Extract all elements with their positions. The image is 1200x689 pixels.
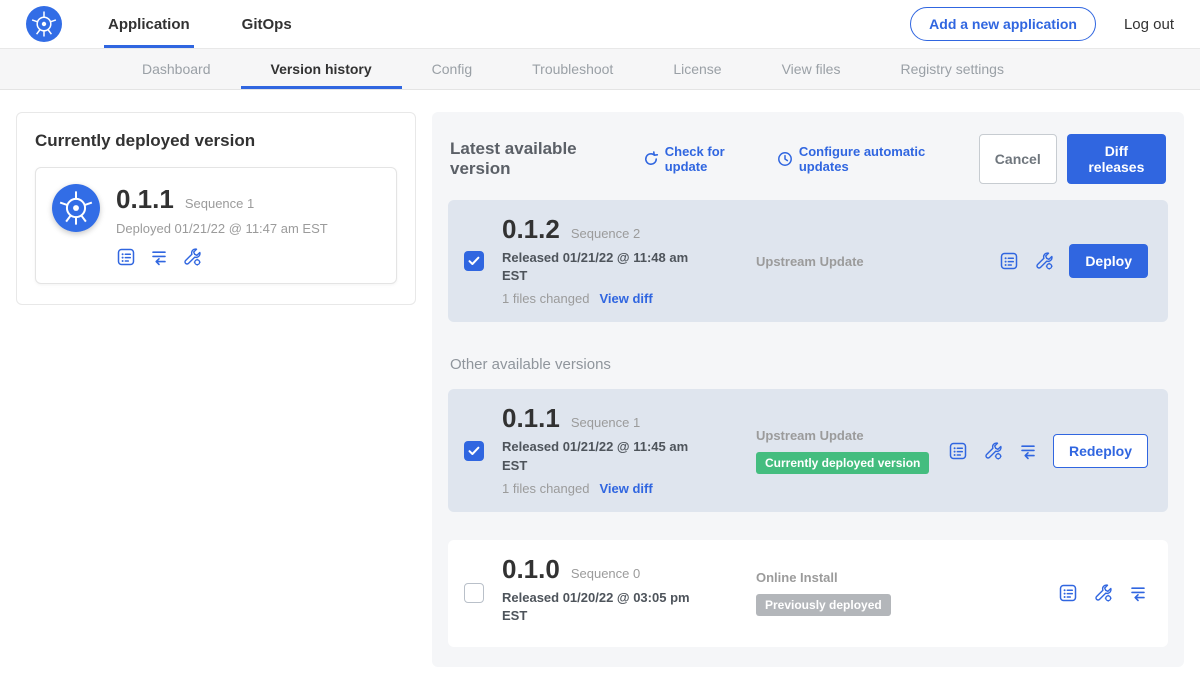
currently-deployed-card: Currently deployed version 0.1.1 Sequenc… (16, 112, 416, 305)
version-number: 0.1.2 (502, 216, 560, 242)
version-info: 0.1.2 Sequence 2 Released 01/21/22 @ 11:… (502, 216, 730, 306)
other-versions-heading: Other available versions (450, 356, 1166, 373)
logout-button[interactable]: Log out (1124, 16, 1174, 33)
deployed-card-title: Currently deployed version (35, 131, 397, 151)
release-notes-icon[interactable] (116, 247, 136, 267)
configure-auto-updates-label: Configure automatic updates (799, 144, 963, 174)
diff-releases-button[interactable]: Diff releases (1067, 134, 1166, 184)
clock-icon (777, 151, 793, 167)
tab-registry-settings[interactable]: Registry settings (870, 49, 1033, 89)
deployed-version-card: 0.1.1 Sequence 1 Deployed 01/21/22 @ 11:… (35, 167, 397, 284)
tab-version-history[interactable]: Version history (241, 49, 402, 89)
tab-config[interactable]: Config (402, 49, 502, 89)
top-nav: Application GitOps Add a new application… (0, 0, 1200, 49)
config-icon[interactable] (182, 247, 202, 267)
release-notes-icon[interactable] (948, 441, 968, 461)
app-sub-nav: Dashboard Version history Config Trouble… (0, 49, 1200, 90)
released-timestamp: Released 01/21/22 @ 11:45 am EST (502, 438, 698, 474)
latest-version-title: Latest available version (450, 139, 627, 179)
tab-application[interactable]: Application (104, 0, 194, 48)
deployed-timestamp: Deployed 01/21/22 @ 11:47 am EST (116, 221, 328, 236)
tab-license[interactable]: License (643, 49, 751, 89)
add-application-button[interactable]: Add a new application (910, 7, 1096, 41)
version-number: 0.1.1 (502, 405, 560, 431)
deployed-sequence-label: Sequence 1 (185, 196, 254, 211)
deployed-version-number: 0.1.1 (116, 186, 174, 212)
version-row: 0.1.0 Sequence 0 Released 01/20/22 @ 03:… (448, 540, 1168, 647)
files-changed-label: 1 files changed (502, 481, 589, 496)
files-changed-label: 1 files changed (502, 291, 589, 306)
version-checkbox[interactable] (464, 583, 484, 603)
version-source-col: Online Install Previously deployed (730, 570, 1058, 616)
version-sequence: Sequence 1 (571, 415, 640, 430)
previously-deployed-badge: Previously deployed (756, 594, 891, 616)
config-icon[interactable] (1034, 251, 1054, 271)
view-diff-link[interactable]: View diff (599, 291, 652, 306)
version-actions (1058, 583, 1152, 603)
version-row: 0.1.1 Sequence 1 Released 01/21/22 @ 11:… (448, 389, 1168, 511)
version-info: 0.1.0 Sequence 0 Released 01/20/22 @ 03:… (502, 556, 730, 631)
diff-icon[interactable] (1018, 441, 1038, 461)
cancel-button[interactable]: Cancel (979, 134, 1057, 184)
tab-view-files[interactable]: View files (752, 49, 871, 89)
config-icon[interactable] (983, 441, 1003, 461)
configure-auto-updates-link[interactable]: Configure automatic updates (777, 144, 963, 174)
deploy-button[interactable]: Deploy (1069, 244, 1148, 278)
refresh-icon (643, 151, 659, 167)
version-sequence: Sequence 2 (571, 226, 640, 241)
main-content: Currently deployed version 0.1.1 Sequenc… (0, 90, 1200, 689)
version-history-panel: Latest available version Check for updat… (432, 112, 1184, 667)
released-timestamp: Released 01/20/22 @ 03:05 pm EST (502, 589, 698, 625)
version-info: 0.1.1 Sequence 1 Released 01/21/22 @ 11:… (502, 405, 730, 495)
version-number: 0.1.0 (502, 556, 560, 582)
deployed-actions (116, 247, 328, 267)
latest-version-header: Latest available version Check for updat… (448, 130, 1168, 184)
check-for-update-link[interactable]: Check for update (643, 144, 761, 174)
kubernetes-logo-icon[interactable] (26, 6, 62, 42)
tab-gitops[interactable]: GitOps (238, 0, 296, 48)
currently-deployed-badge: Currently deployed version (756, 452, 929, 474)
tab-troubleshoot[interactable]: Troubleshoot (502, 49, 643, 89)
version-sequence: Sequence 0 (571, 566, 640, 581)
view-diff-link[interactable]: View diff (599, 481, 652, 496)
version-source-col: Upstream Update Currently deployed versi… (730, 428, 948, 474)
header-actions: Cancel Diff releases (979, 134, 1166, 184)
version-checkbox[interactable] (464, 441, 484, 461)
version-actions: Redeploy (948, 434, 1152, 468)
check-for-update-label: Check for update (665, 144, 761, 174)
diff-icon[interactable] (1128, 583, 1148, 603)
version-source-col: Upstream Update (730, 254, 999, 269)
app-icon (52, 184, 100, 232)
version-row: 0.1.2 Sequence 2 Released 01/21/22 @ 11:… (448, 200, 1168, 322)
diff-icon[interactable] (149, 247, 169, 267)
version-source: Upstream Update (756, 428, 948, 443)
tab-dashboard[interactable]: Dashboard (112, 49, 241, 89)
release-notes-icon[interactable] (999, 251, 1019, 271)
redeploy-button[interactable]: Redeploy (1053, 434, 1148, 468)
version-source: Online Install (756, 570, 1058, 585)
version-source: Upstream Update (756, 254, 999, 269)
config-icon[interactable] (1093, 583, 1113, 603)
version-checkbox[interactable] (464, 251, 484, 271)
released-timestamp: Released 01/21/22 @ 11:48 am EST (502, 249, 698, 285)
release-notes-icon[interactable] (1058, 583, 1078, 603)
version-actions: Deploy (999, 244, 1152, 278)
